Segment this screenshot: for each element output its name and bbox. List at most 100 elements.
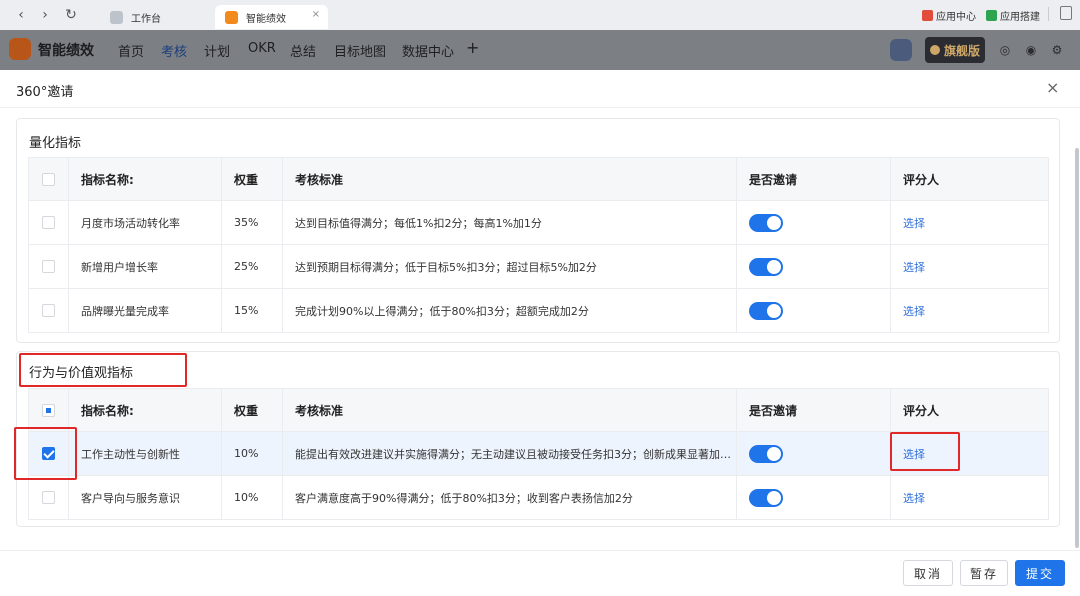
rater-cell: 选择 xyxy=(890,200,1049,245)
table-header-row: 指标名称: 权重 考核标准 是否邀请 评分人 xyxy=(28,157,1049,201)
refresh-icon[interactable]: ↻ xyxy=(62,6,80,24)
app-icon xyxy=(225,10,238,24)
row-checkbox-cell xyxy=(28,288,69,333)
table-header-row: 指标名称: 权重 考核标准 是否邀请 评分人 xyxy=(28,388,1049,432)
help-icon[interactable]: ◎ xyxy=(997,42,1013,58)
select-all-checkbox[interactable] xyxy=(42,173,55,186)
back-icon[interactable]: ‹ xyxy=(12,6,30,24)
indicator-name: 新增用户增长率 xyxy=(68,244,222,289)
menu-home[interactable]: 首页 xyxy=(118,41,144,60)
indicator-weight: 10% xyxy=(221,431,283,476)
tab-label: 智能绩效 xyxy=(246,13,286,25)
highlight-box-section-title xyxy=(19,353,187,387)
divider xyxy=(1048,7,1049,21)
invite-toggle[interactable] xyxy=(749,257,783,276)
workbench-icon xyxy=(110,10,123,24)
tab-label: 工作台 xyxy=(131,13,161,25)
highlight-box-checkbox xyxy=(14,427,77,480)
indicator-name: 工作主动性与创新性 xyxy=(68,431,222,476)
add-menu-icon[interactable]: + xyxy=(466,38,479,57)
indicator-standard: 能提出有效改进建议并实施得满分；无主动建议且被动接受任务扣3分；创新成果显著加2… xyxy=(282,431,737,476)
cancel-button[interactable]: 取消 xyxy=(903,560,953,586)
section-quantitative: 量化指标 指标名称: 权重 考核标准 是否邀请 评分人 月度市场活动转化率 35… xyxy=(16,118,1060,343)
select-rater-link[interactable]: 选择 xyxy=(903,492,925,505)
invite-cell xyxy=(736,244,891,289)
rater-cell: 选择 xyxy=(890,288,1049,333)
highlight-box-select-link xyxy=(890,432,960,471)
divider xyxy=(0,550,1080,551)
copy-icon[interactable] xyxy=(1060,6,1072,20)
close-icon[interactable]: × xyxy=(1046,78,1059,97)
table-row: 客户导向与服务意识 10% 客户满意度高于90%得满分；低于80%扣3分；收到客… xyxy=(28,475,1049,520)
indicator-weight: 25% xyxy=(221,244,283,289)
indicator-standard: 客户满意度高于90%得满分；低于80%扣3分；收到客户表扬信加2分 xyxy=(282,475,737,520)
flagship-badge[interactable]: 旗舰版 xyxy=(925,37,985,63)
broadcast-icon[interactable]: ◉ xyxy=(1023,42,1039,58)
browser-tab-bar: ‹ › ↻ 工作台 智能绩效 × 应用中心 应用搭建 xyxy=(0,0,1080,30)
menu-summary[interactable]: 总结 xyxy=(290,41,316,60)
row-checkbox[interactable] xyxy=(42,216,55,230)
app-builder-link[interactable]: 应用搭建 xyxy=(986,8,1040,23)
app-logo-icon xyxy=(9,38,31,60)
app-center-label: 应用中心 xyxy=(936,12,976,23)
menu-goal-map[interactable]: 目标地图 xyxy=(334,41,386,60)
invite-toggle[interactable] xyxy=(749,213,783,232)
tab-smart-performance[interactable]: 智能绩效 × xyxy=(215,5,328,29)
column-header: 权重 xyxy=(221,157,283,201)
column-header: 考核标准 xyxy=(282,157,737,201)
row-checkbox-cell xyxy=(28,475,69,520)
app-center-link[interactable]: 应用中心 xyxy=(922,8,976,23)
menu-data-center[interactable]: 数据中心 xyxy=(402,41,454,60)
section-title: 量化指标 xyxy=(29,136,82,151)
rater-cell: 选择 xyxy=(890,244,1049,289)
select-rater-link[interactable]: 选择 xyxy=(903,261,925,274)
modal-title: 360°邀请 xyxy=(16,85,74,100)
forward-icon[interactable]: › xyxy=(36,6,54,24)
app-header: 智能绩效 首页 考核 计划 OKR 总结 目标地图 数据中心 + 旗舰版 ◎ ◉… xyxy=(0,30,1080,70)
column-header: 是否邀请 xyxy=(736,157,891,201)
app-builder-label: 应用搭建 xyxy=(1000,12,1040,23)
row-checkbox[interactable] xyxy=(42,260,55,274)
column-header: 权重 xyxy=(221,388,283,432)
invite-cell xyxy=(736,288,891,333)
flagship-label: 旗舰版 xyxy=(943,43,980,58)
column-header: 指标名称: xyxy=(68,157,222,201)
table-row: 新增用户增长率 25% 达到预期目标得满分；低于目标5%扣3分；超过目标5%加2… xyxy=(28,244,1049,289)
table-row: 品牌曝光量完成率 15% 完成计划90%以上得满分；低于80%扣3分；超额完成加… xyxy=(28,288,1049,333)
save-draft-button[interactable]: 暂存 xyxy=(960,560,1008,586)
indicator-table: 指标名称: 权重 考核标准 是否邀请 评分人 月度市场活动转化率 35% 达到目… xyxy=(28,157,1049,333)
invite-360-modal: 360°邀请 × 量化指标 指标名称: 权重 考核标准 是否邀请 评分人 月度市… xyxy=(0,70,1080,596)
select-rater-link[interactable]: 选择 xyxy=(903,217,925,230)
indicator-name: 客户导向与服务意识 xyxy=(68,475,222,520)
row-checkbox-cell xyxy=(28,200,69,245)
row-checkbox[interactable] xyxy=(42,304,55,318)
select-rater-link[interactable]: 选择 xyxy=(903,305,925,318)
scrollbar[interactable] xyxy=(1075,148,1079,548)
indicator-standard: 达到预期目标得满分；低于目标5%扣3分；超过目标5%加2分 xyxy=(282,244,737,289)
submit-button[interactable]: 提交 xyxy=(1015,560,1065,586)
menu-okr[interactable]: OKR xyxy=(248,41,276,56)
invite-toggle[interactable] xyxy=(749,488,783,507)
tab-workbench[interactable]: 工作台 xyxy=(100,5,210,29)
invite-toggle[interactable] xyxy=(749,301,783,320)
header-checkbox-cell xyxy=(28,157,69,201)
menu-plan[interactable]: 计划 xyxy=(204,41,230,60)
app-name: 智能绩效 xyxy=(38,43,94,59)
crown-icon xyxy=(929,45,940,55)
invite-cell xyxy=(736,200,891,245)
table-row: 月度市场活动转化率 35% 达到目标值得满分；每低1%扣2分；每高1%加1分 选… xyxy=(28,200,1049,245)
indicator-name: 月度市场活动转化率 xyxy=(68,200,222,245)
tab-close-icon[interactable]: × xyxy=(312,9,320,20)
invite-toggle[interactable] xyxy=(749,444,783,463)
indicator-standard: 完成计划90%以上得满分；低于80%扣3分；超额完成加2分 xyxy=(282,288,737,333)
select-all-checkbox[interactable] xyxy=(42,404,55,417)
indicator-weight: 10% xyxy=(221,475,283,520)
row-checkbox[interactable] xyxy=(42,491,55,505)
column-header: 评分人 xyxy=(890,388,1049,432)
menu-assessment[interactable]: 考核 xyxy=(161,41,187,60)
robot-icon[interactable] xyxy=(890,39,912,61)
divider xyxy=(0,107,1080,108)
settings-icon[interactable]: ⚙ xyxy=(1049,42,1065,58)
header-checkbox-cell xyxy=(28,388,69,432)
column-header: 评分人 xyxy=(890,157,1049,201)
